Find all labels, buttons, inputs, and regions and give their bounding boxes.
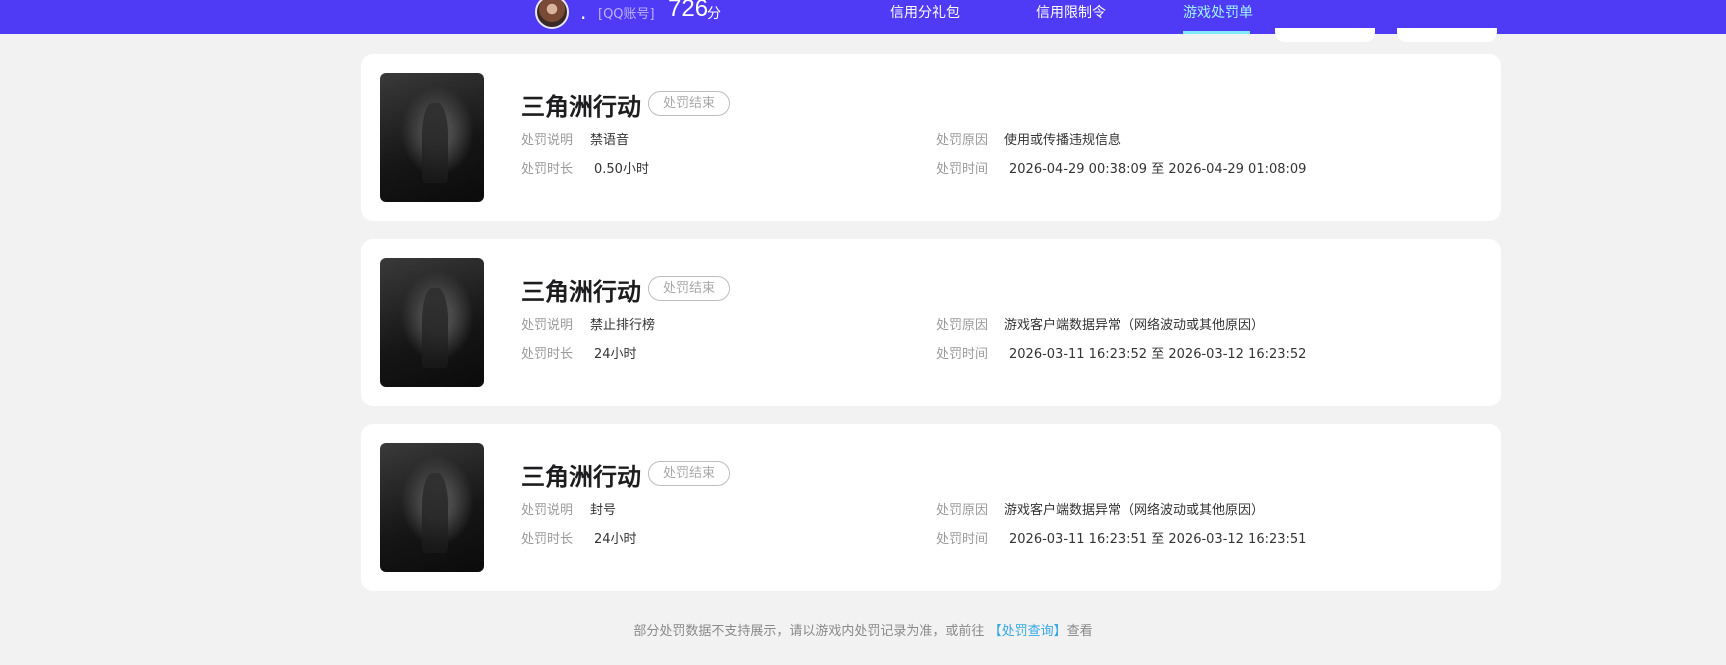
status-badge: 处罚结束 bbox=[648, 91, 730, 116]
penalty-duration-label: 处罚时长 bbox=[521, 347, 574, 362]
qq-account-label: [QQ账号] bbox=[598, 7, 655, 22]
active-tab-indicator bbox=[1183, 31, 1250, 34]
penalty-end-time: 2026-03-12 16:23:52 bbox=[1168, 347, 1307, 362]
game-cover-image bbox=[380, 443, 484, 572]
penalty-duration-value: 24小时 bbox=[594, 347, 637, 362]
penalty-start-time: 2026-04-29 00:38:09 bbox=[1009, 162, 1148, 177]
penalty-duration-value: 0.50小时 bbox=[594, 162, 649, 177]
penalty-time-separator: 至 bbox=[1151, 162, 1165, 177]
penalty-time-label: 处罚时间 bbox=[936, 162, 989, 177]
penalty-record-card: 三角洲行动 处罚结束 处罚说明 禁止排行榜 处罚时长 24小时 处罚原因 游戏客… bbox=[361, 239, 1501, 406]
avatar[interactable] bbox=[535, 0, 569, 29]
game-cover-image bbox=[380, 73, 484, 202]
penalty-reason-value: 游戏客户端数据异常（网络波动或其他原因） bbox=[1004, 318, 1265, 333]
penalty-query-link[interactable]: 【处罚查询】 bbox=[989, 624, 1067, 639]
footer-text-suffix: 查看 bbox=[1066, 624, 1093, 639]
penalty-reason-value: 使用或传播违规信息 bbox=[1004, 133, 1122, 148]
penalty-desc-value: 禁止排行榜 bbox=[590, 318, 656, 333]
penalty-reason-label: 处罚原因 bbox=[936, 503, 989, 518]
penalty-desc-label: 处罚说明 bbox=[521, 503, 574, 518]
penalty-duration-label: 处罚时长 bbox=[521, 162, 574, 177]
penalty-reason-label: 处罚原因 bbox=[936, 133, 989, 148]
game-cover-image bbox=[380, 258, 484, 387]
penalty-time-label: 处罚时间 bbox=[936, 532, 989, 547]
penalty-duration-value: 24小时 bbox=[594, 532, 637, 547]
penalty-record-card: 三角洲行动 处罚结束 处罚说明 封号 处罚时长 24小时 处罚原因 游戏客户端数… bbox=[361, 424, 1501, 591]
header-dropdown-button[interactable] bbox=[1397, 28, 1497, 42]
penalty-end-time: 2026-03-12 16:23:51 bbox=[1168, 532, 1307, 547]
penalty-end-time: 2026-04-29 01:08:09 bbox=[1168, 162, 1307, 177]
penalty-duration-label: 处罚时长 bbox=[521, 532, 574, 547]
penalty-reason-value: 游戏客户端数据异常（网络波动或其他原因） bbox=[1004, 503, 1265, 518]
tab-game-penalty[interactable]: 游戏处罚单 bbox=[1183, 2, 1253, 22]
game-title: 三角洲行动 bbox=[521, 463, 641, 491]
status-badge: 处罚结束 bbox=[648, 461, 730, 486]
credit-score-unit: 分 bbox=[707, 6, 721, 22]
penalty-time-value: 2026-03-11 16:23:51 至 2026-03-12 16:23:5… bbox=[1009, 528, 1306, 547]
penalty-record-card: 三角洲行动 处罚结束 处罚说明 禁语音 处罚时长 0.50小时 处罚原因 使用或… bbox=[361, 54, 1501, 221]
tab-credit-restriction[interactable]: 信用限制令 bbox=[1036, 2, 1106, 22]
game-title: 三角洲行动 bbox=[521, 278, 641, 306]
penalty-start-time: 2026-03-11 16:23:52 bbox=[1009, 347, 1148, 362]
penalty-desc-label: 处罚说明 bbox=[521, 133, 574, 148]
penalty-time-label: 处罚时间 bbox=[936, 347, 989, 362]
footer-note: 部分处罚数据不支持展示，请以游戏内处罚记录为准，或前往 【处罚查询】查看 bbox=[0, 620, 1726, 639]
penalty-desc-value: 禁语音 bbox=[590, 133, 630, 148]
penalty-desc-label: 处罚说明 bbox=[521, 318, 574, 333]
penalty-time-value: 2026-03-11 16:23:52 至 2026-03-12 16:23:5… bbox=[1009, 343, 1306, 362]
penalty-reason-label: 处罚原因 bbox=[936, 318, 989, 333]
penalty-time-separator: 至 bbox=[1151, 347, 1165, 362]
penalty-desc-value: 封号 bbox=[590, 503, 617, 518]
penalty-start-time: 2026-03-11 16:23:51 bbox=[1009, 532, 1148, 547]
penalty-time-separator: 至 bbox=[1151, 532, 1165, 547]
status-badge: 处罚结束 bbox=[648, 276, 730, 301]
tab-credit-gift[interactable]: 信用分礼包 bbox=[890, 2, 960, 22]
header-dropdown-button[interactable] bbox=[1275, 28, 1375, 42]
footer-text: 部分处罚数据不支持展示，请以游戏内处罚记录为准，或前往 bbox=[633, 624, 985, 639]
penalty-time-value: 2026-04-29 00:38:09 至 2026-04-29 01:08:0… bbox=[1009, 158, 1306, 177]
nickname: . bbox=[580, 0, 587, 24]
credit-score: 726 bbox=[668, 0, 709, 22]
game-title: 三角洲行动 bbox=[521, 93, 641, 121]
